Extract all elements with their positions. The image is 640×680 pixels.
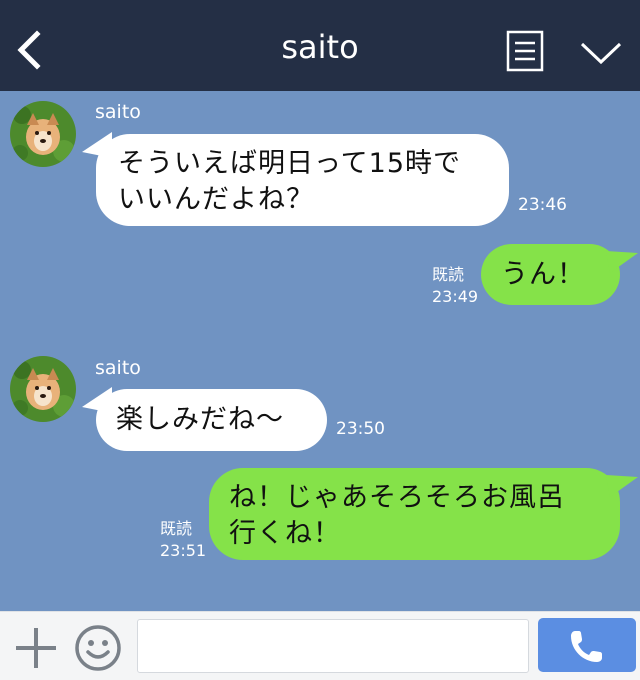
message-bubble[interactable]: そういえば明日って15時で いいんだよね？: [96, 134, 509, 226]
message-bubble[interactable]: ね！じゃあそろそろお風呂 行くね！: [209, 468, 620, 560]
read-label: 既読: [432, 265, 465, 284]
message-line: 行くね！: [229, 518, 341, 549]
read-receipt: 既読 23:51: [160, 518, 206, 562]
sender-name: saito: [95, 101, 141, 123]
add-button[interactable]: [14, 626, 58, 670]
bubble-tail: [606, 251, 638, 273]
call-button[interactable]: [538, 618, 636, 672]
message-bubble[interactable]: 楽しみだね〜: [96, 389, 327, 451]
message-time: 23:49: [432, 287, 479, 306]
message-input[interactable]: [137, 619, 529, 673]
message-time: 23:51: [160, 541, 207, 560]
read-receipt: 既読 23:49: [432, 264, 478, 308]
dog-photo: [10, 101, 76, 167]
chat-title: saito: [281, 28, 359, 66]
message-time: 23:50: [336, 419, 385, 439]
message-line: うん！: [501, 259, 585, 290]
chevron-down-icon: [580, 42, 622, 65]
menu-button[interactable]: [506, 30, 544, 72]
read-label: 既読: [160, 519, 193, 538]
message-list[interactable]: saito そういえば明日って15時で いいんだよね？ 23:46 既読 23:…: [0, 91, 640, 611]
bubble-tail: [606, 475, 638, 497]
input-bar: [0, 611, 640, 680]
avatar[interactable]: [10, 356, 76, 422]
message-line: そういえば明日って15時で: [118, 148, 462, 179]
chat-header: saito: [0, 0, 640, 91]
expand-button[interactable]: [578, 36, 624, 68]
message-line: いいんだよね？: [118, 184, 314, 215]
sender-name: saito: [95, 357, 141, 379]
message-line: 楽しみだね〜: [116, 404, 284, 435]
phone-icon: [571, 631, 602, 662]
message-bubble[interactable]: うん！: [481, 244, 620, 305]
list-icon: [506, 30, 544, 72]
avatar[interactable]: [10, 101, 76, 167]
plus-icon: [16, 628, 56, 668]
message-time: 23:46: [518, 195, 567, 215]
emoji-button[interactable]: [74, 624, 122, 672]
smiley-icon: [75, 625, 121, 671]
dog-photo: [10, 356, 76, 422]
message-line: ね！じゃあそろそろお風呂: [229, 482, 565, 513]
